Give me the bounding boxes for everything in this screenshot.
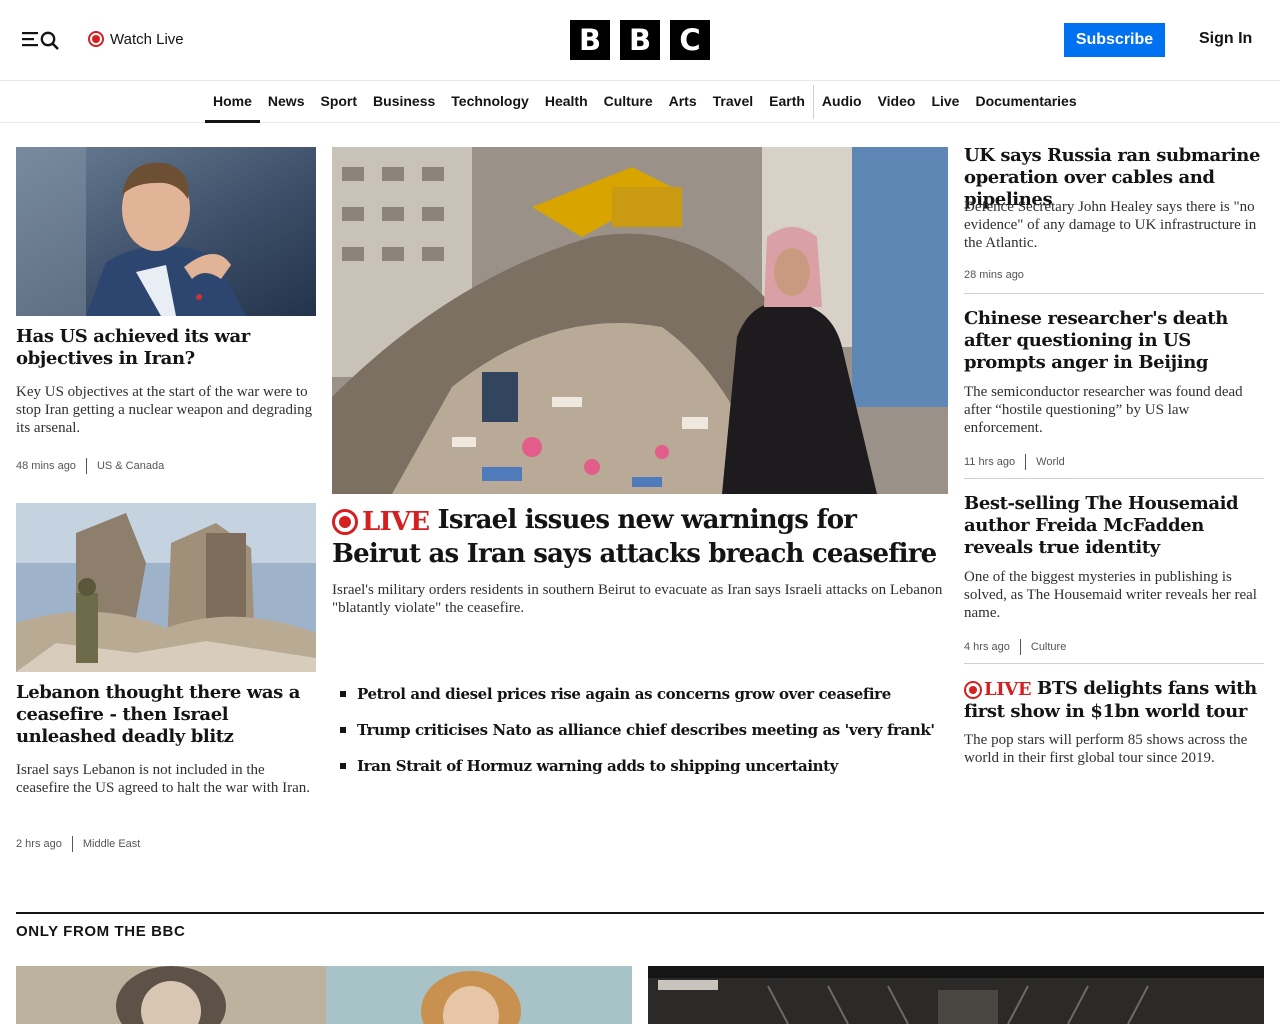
bullet-icon: [340, 763, 346, 769]
story-headline[interactable]: Has US achieved its war objectives in Ir…: [16, 326, 316, 370]
story-summary: Israel says Lebanon is not included in t…: [16, 762, 311, 796]
menu-icon: [22, 31, 59, 50]
bullet-icon: [340, 691, 346, 697]
story-card: Best-selling The Housemaid author Freida…: [964, 493, 1264, 559]
nav-item-culture[interactable]: Culture: [596, 81, 661, 123]
story-timestamp: 2 hrs ago: [16, 838, 62, 850]
meta-separator: [1019, 639, 1021, 655]
story-category[interactable]: Middle East: [83, 838, 140, 850]
related-link[interactable]: Petrol and diesel prices rise again as c…: [340, 676, 940, 712]
story-summary: Key US objectives at the start of the wa…: [16, 384, 313, 436]
story-image[interactable]: [16, 147, 316, 316]
section-title: ONLY FROM THE BBC: [16, 923, 186, 940]
hero-headline-wrap: LIVE Israel issues new warnings for Beir…: [332, 504, 942, 570]
logo-letter: B: [620, 20, 660, 60]
logo-letter: C: [670, 20, 710, 60]
story-image[interactable]: [16, 966, 632, 1024]
bbc-logo[interactable]: B B C: [570, 20, 710, 60]
story-divider: [964, 478, 1264, 479]
nav-item-news[interactable]: News: [260, 81, 313, 123]
site-header: Watch Live B B C Subscribe Sign In: [0, 0, 1280, 81]
story-category[interactable]: World: [1036, 456, 1065, 468]
meta-separator: [1025, 454, 1027, 470]
nav-item-arts[interactable]: Arts: [661, 81, 705, 123]
search-icon: [40, 31, 59, 50]
nav-item-audio[interactable]: Audio: [814, 81, 870, 123]
story-divider: [964, 293, 1264, 294]
related-links: Petrol and diesel prices rise again as c…: [340, 676, 940, 784]
story-meta: 11 hrs ago World: [964, 454, 1065, 470]
nav-item-travel[interactable]: Travel: [705, 81, 761, 123]
story-category[interactable]: US & Canada: [97, 460, 164, 472]
nav-item-health[interactable]: Health: [537, 81, 596, 123]
story-headline[interactable]: Lebanon thought there was a ceasefire - …: [16, 682, 316, 748]
story-summary: Defence Secretary John Healey says there…: [964, 199, 1257, 251]
story-summary: The semiconductor researcher was found d…: [964, 384, 1243, 436]
story-divider: [964, 663, 1264, 664]
nav-item-video[interactable]: Video: [870, 81, 924, 123]
section-rule: [16, 912, 1264, 914]
related-link[interactable]: Iran Strait of Hormuz warning adds to sh…: [340, 748, 940, 784]
meta-separator: [71, 836, 73, 852]
story-timestamp: 48 mins ago: [16, 460, 76, 472]
story-card: LIVE BTS delights fans with first show i…: [964, 678, 1264, 723]
live-indicator-icon: [964, 681, 982, 699]
meta-separator: [85, 458, 87, 474]
hero-summary: Israel's military orders residents in so…: [332, 582, 943, 616]
story-timestamp: 11 hrs ago: [964, 456, 1016, 468]
main-nav: Home News Sport Business Technology Heal…: [0, 81, 1280, 123]
nav-item-sport[interactable]: Sport: [312, 81, 365, 123]
story-image[interactable]: [16, 503, 316, 672]
live-indicator-icon: [332, 509, 358, 535]
nav-item-live[interactable]: Live: [923, 81, 967, 123]
story-headline[interactable]: Best-selling The Housemaid author Freida…: [964, 493, 1264, 559]
nav-list: Home News Sport Business Technology Heal…: [205, 81, 1085, 123]
watch-live-label: Watch Live: [110, 30, 184, 48]
live-badge: LIVE: [332, 506, 430, 538]
live-badge-label: LIVE: [984, 679, 1032, 700]
nav-item-technology[interactable]: Technology: [443, 81, 537, 123]
hero-image[interactable]: [332, 147, 948, 494]
story-card: Has US achieved its war objectives in Ir…: [16, 326, 316, 370]
watch-live-link[interactable]: Watch Live: [88, 29, 184, 49]
nav-item-business[interactable]: Business: [365, 81, 443, 123]
nav-item-home[interactable]: Home: [205, 81, 260, 123]
nav-item-earth[interactable]: Earth: [761, 81, 813, 123]
sign-in-link[interactable]: Sign In: [1199, 30, 1252, 48]
story-card: Lebanon thought there was a ceasefire - …: [16, 682, 316, 748]
live-badge: LIVE: [964, 679, 1032, 701]
menu-search-button[interactable]: [20, 28, 62, 50]
hero-headline[interactable]: LIVE Israel issues new warnings for Beir…: [332, 504, 942, 570]
story-card: Chinese researcher's death after questio…: [964, 308, 1264, 374]
story-meta: 2 hrs ago Middle East: [16, 836, 140, 852]
story-meta: 48 mins ago US & Canada: [16, 458, 164, 474]
story-meta: 28 mins ago: [964, 269, 1024, 281]
related-link-text: Iran Strait of Hormuz warning adds to sh…: [357, 757, 838, 775]
story-summary: The pop stars will perform 85 shows acro…: [964, 732, 1248, 766]
bullet-icon: [340, 727, 346, 733]
related-link-text: Petrol and diesel prices rise again as c…: [357, 685, 891, 703]
related-link[interactable]: Trump criticises Nato as alliance chief …: [340, 712, 940, 748]
story-headline[interactable]: Chinese researcher's death after questio…: [964, 308, 1264, 374]
related-link-text: Trump criticises Nato as alliance chief …: [357, 721, 935, 739]
story-image[interactable]: [648, 966, 1264, 1024]
story-meta: 4 hrs ago Culture: [964, 639, 1066, 655]
nav-item-documentaries[interactable]: Documentaries: [967, 81, 1084, 123]
subscribe-button[interactable]: Subscribe: [1064, 23, 1165, 57]
story-timestamp: 28 mins ago: [964, 269, 1024, 281]
story-summary: One of the biggest mysteries in publishi…: [964, 569, 1257, 621]
live-dot-icon: [88, 31, 104, 47]
live-badge-label: LIVE: [362, 507, 430, 537]
story-headline[interactable]: LIVE BTS delights fans with first show i…: [964, 678, 1264, 723]
story-category[interactable]: Culture: [1031, 641, 1066, 653]
story-timestamp: 4 hrs ago: [964, 641, 1010, 653]
logo-letter: B: [570, 20, 610, 60]
